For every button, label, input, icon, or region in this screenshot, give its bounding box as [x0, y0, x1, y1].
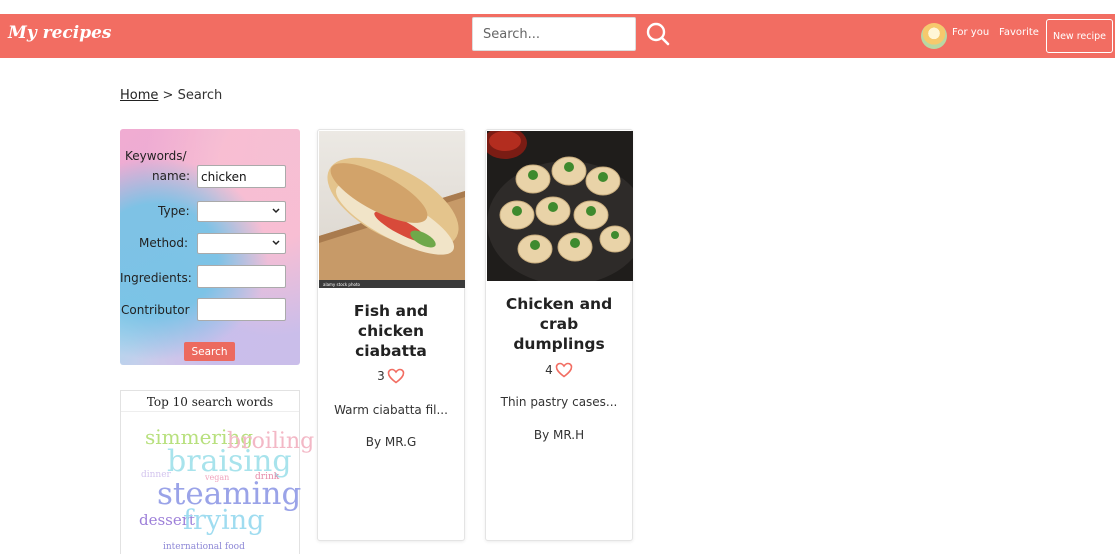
- new-recipe-button[interactable]: New recipe: [1046, 19, 1113, 53]
- keywords-input[interactable]: [197, 165, 286, 188]
- nav-favorite[interactable]: Favorite: [999, 27, 1039, 38]
- top-navbar: My recipes For you Favorite New recipe: [0, 14, 1115, 58]
- recipe-title-line: ciabatta: [355, 342, 427, 360]
- word-cloud-word[interactable]: frying: [183, 507, 264, 534]
- recipe-author: By MR.G: [365, 435, 417, 449]
- ingredients-input[interactable]: [197, 265, 286, 288]
- heart-icon[interactable]: [555, 362, 573, 378]
- recipe-title: Chicken and crab dumplings: [486, 294, 632, 354]
- recipe-title-line: crab: [539, 315, 579, 333]
- like-count: 3: [318, 368, 464, 384]
- breadcrumb-current: Search: [177, 88, 223, 103]
- like-count-value: 3: [377, 369, 385, 383]
- contributor-input[interactable]: [197, 298, 286, 321]
- recipe-title-line: chicken: [357, 322, 425, 340]
- chevron-down-icon: [272, 208, 280, 214]
- recipe-title-line: dumplings: [513, 335, 605, 353]
- sandwich-photo: alamy stock photo: [319, 131, 465, 288]
- type-select[interactable]: [197, 201, 286, 222]
- chevron-down-icon: [272, 240, 280, 246]
- recipe-card[interactable]: alamy stock photo Fish and chicken ciaba…: [317, 129, 465, 541]
- word-cloud-word[interactable]: international food: [163, 543, 245, 552]
- recipe-author: By MR.H: [533, 428, 585, 442]
- type-label: Type:: [158, 204, 190, 218]
- ingredients-label: Ingredients:: [120, 271, 192, 285]
- search-filter-panel: Keywords/ name: Type: Method: Ingredient…: [120, 129, 300, 365]
- nav-for-you[interactable]: For you: [952, 27, 989, 38]
- avatar[interactable]: [921, 23, 947, 49]
- contributor-label: Contributor: [121, 303, 190, 317]
- dumplings-photo: [487, 131, 633, 281]
- recipe-title: Fish and chicken ciabatta: [318, 301, 464, 361]
- brand-logo[interactable]: My recipes: [8, 23, 111, 43]
- breadcrumb-home-link[interactable]: Home: [120, 88, 158, 103]
- divider: [121, 411, 299, 412]
- method-select[interactable]: [197, 233, 286, 254]
- recipe-title-line: Fish and: [353, 302, 429, 320]
- breadcrumb-separator: >: [158, 88, 178, 103]
- filter-search-button[interactable]: Search: [184, 342, 235, 361]
- recipe-description: Thin pastry cases...: [500, 395, 618, 409]
- search-input[interactable]: [472, 17, 636, 51]
- recipe-title-line: Chicken and: [505, 295, 613, 313]
- svg-text:alamy stock photo: alamy stock photo: [323, 282, 361, 287]
- recipe-card[interactable]: Chicken and crab dumplings 4 Thin pastry…: [485, 129, 633, 541]
- top-words-title: Top 10 search words: [146, 395, 274, 409]
- heart-icon[interactable]: [387, 368, 405, 384]
- recipe-description: Warm ciabatta fil...: [334, 403, 448, 417]
- top-search-words-panel: Top 10 search words simmering broiling b…: [120, 390, 314, 554]
- keywords-label-line1: Keywords/: [125, 149, 187, 163]
- keywords-label-line2: name:: [152, 169, 191, 183]
- search-icon[interactable]: [643, 19, 673, 49]
- breadcrumb: Home > Search: [120, 88, 222, 103]
- like-count: 4: [486, 362, 632, 378]
- like-count-value: 4: [545, 363, 553, 377]
- method-label: Method:: [139, 236, 189, 250]
